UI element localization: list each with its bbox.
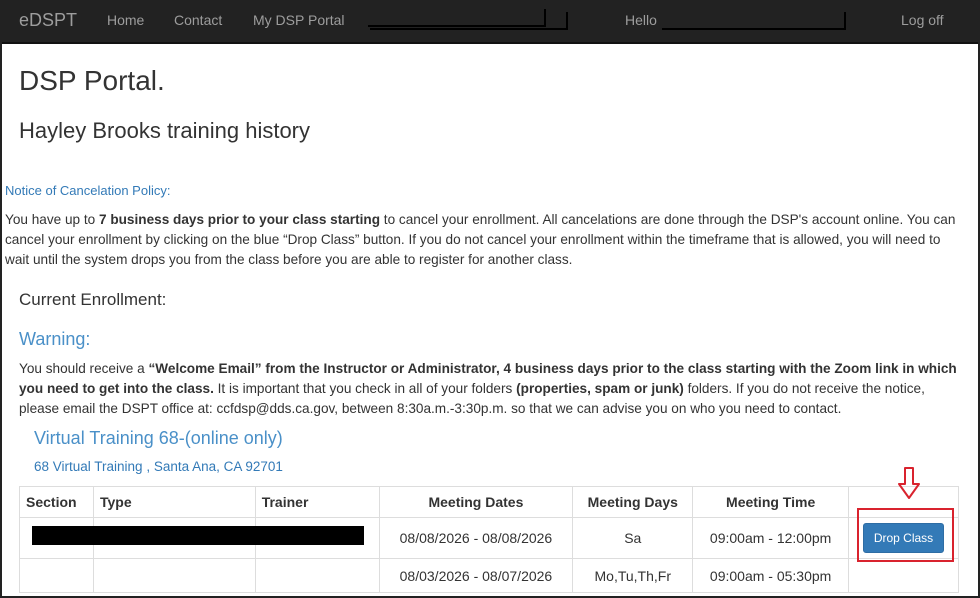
brand-logo[interactable]: eDSPT — [19, 10, 77, 31]
page-subtitle: Hayley Brooks training history — [19, 118, 311, 143]
header-section: Section — [19, 486, 94, 518]
training-address[interactable]: 68 Virtual Training , Santa Ana, CA 9270… — [34, 459, 283, 474]
cell-section — [19, 558, 94, 593]
drop-class-button[interactable]: Drop Class — [862, 523, 945, 553]
header-meeting-dates: Meeting Dates — [378, 486, 574, 518]
notice-paragraph: You have up to 7 business days prior to … — [5, 212, 956, 267]
header-meeting-days: Meeting Days — [572, 486, 694, 518]
header-trainer: Trainer — [254, 486, 380, 518]
cell-action — [848, 558, 959, 593]
cell-type — [92, 558, 256, 593]
cell-meeting-time: 09:00am - 05:30pm — [692, 558, 850, 593]
cell-meeting-days: Mo,Tu,Th,Fr — [572, 558, 694, 593]
nav-my-dsp-portal[interactable]: My DSP Portal — [253, 12, 345, 28]
cell-meeting-dates: 08/08/2026 - 08/08/2026 — [378, 517, 574, 559]
current-enrollment-heading: Current Enrollment: — [19, 290, 167, 309]
cell-meeting-time: 09:00am - 12:00pm — [692, 517, 850, 559]
redacted-username — [662, 12, 846, 30]
redacted-portal-name-2 — [370, 12, 568, 30]
table-row: 08/03/2026 - 08/07/2026 Mo,Tu,Th,Fr 09:0… — [19, 558, 959, 593]
cell-meeting-days: Sa — [572, 517, 694, 559]
top-navbar: eDSPT Home Contact My DSP Portal Hello L… — [0, 0, 980, 44]
training-title[interactable]: Virtual Training 68-(online only) — [34, 428, 283, 449]
nav-home[interactable]: Home — [107, 12, 144, 28]
header-meeting-time: Meeting Time — [692, 486, 850, 518]
notice-title: Notice of Cancelation Policy: — [5, 183, 171, 198]
nav-log-off[interactable]: Log off — [901, 12, 944, 28]
nav-contact[interactable]: Contact — [174, 12, 222, 28]
cell-meeting-dates: 08/03/2026 - 08/07/2026 — [378, 558, 574, 593]
header-type: Type — [92, 486, 256, 518]
warning-heading: Warning: — [19, 329, 91, 349]
notice-bold: 7 business days prior to your class star… — [98, 212, 381, 227]
cell-trainer — [254, 558, 380, 593]
arrow-down-icon — [898, 467, 920, 499]
cell-action: Drop Class — [848, 517, 959, 559]
redacted-section-info — [32, 526, 364, 545]
nav-hello: Hello — [625, 12, 657, 28]
warning-paragraph: You should receive a “Welcome Email” fro… — [19, 361, 957, 416]
page-title: DSP Portal. — [19, 65, 165, 96]
